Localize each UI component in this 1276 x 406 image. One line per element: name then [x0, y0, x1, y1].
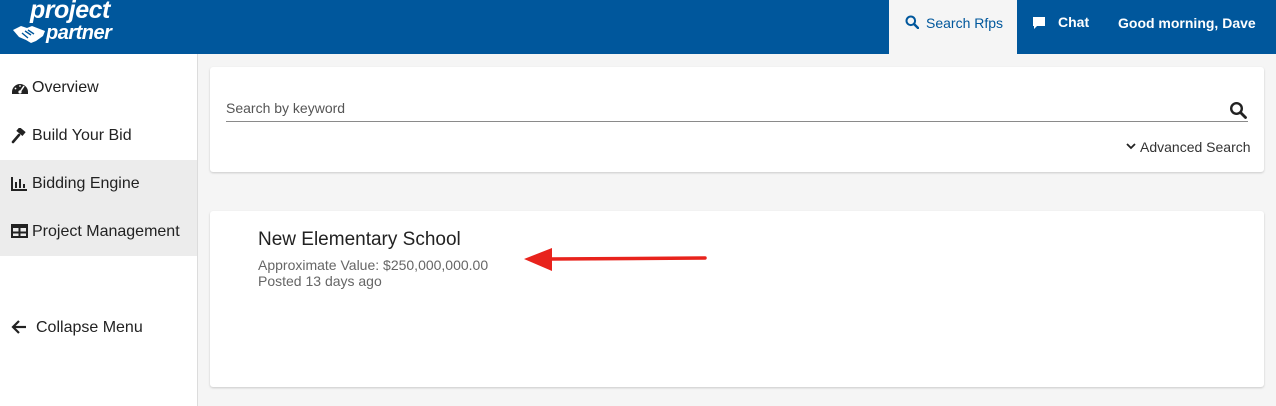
- rfp-approximate-value: Approximate Value: $250,000,000.00: [258, 257, 489, 273]
- rfp-title[interactable]: New Elementary School: [258, 229, 461, 251]
- sidebar-item-label: Collapse Menu: [36, 319, 143, 336]
- sidebar-item-label: Project Management: [32, 223, 180, 240]
- annotation-arrow-icon: [524, 248, 707, 271]
- tab-search-rfps[interactable]: Search Rfps: [889, 0, 1017, 54]
- chat-bubble-icon: [1033, 17, 1045, 29]
- search-icon[interactable]: [1229, 101, 1247, 119]
- collapse-menu-button[interactable]: Collapse Menu: [0, 304, 197, 352]
- sidebar-item-bidding-engine[interactable]: Bidding Engine: [0, 160, 197, 208]
- rfp-posted-date: Posted 13 days ago: [258, 273, 382, 289]
- sidebar-item-label: Bidding Engine: [32, 175, 140, 192]
- search-icon: [905, 15, 919, 29]
- search-panel: Advanced Search: [210, 67, 1264, 172]
- logo-word-partner: partner: [46, 22, 112, 44]
- sidebar-item-label: Overview: [32, 79, 99, 96]
- search-input[interactable]: [226, 95, 1248, 122]
- chevron-down-icon: [1126, 143, 1136, 150]
- handshake-icon: [13, 26, 45, 43]
- sidebar-item-project-management[interactable]: Project Management: [0, 208, 197, 256]
- project-partner-logo[interactable]: project partner: [12, 0, 152, 54]
- user-greeting-menu[interactable]: Good morning, Dave: [1118, 15, 1256, 31]
- sidebar-item-label: Build Your Bid: [32, 127, 132, 144]
- table-icon: [11, 224, 28, 238]
- advanced-search-label: Advanced Search: [1140, 139, 1251, 155]
- gavel-icon: [11, 128, 26, 144]
- dashboard-icon: [12, 84, 28, 94]
- sidebar-item-overview[interactable]: Overview: [0, 64, 197, 112]
- bar-chart-icon: [11, 177, 27, 191]
- top-nav-bar: project partner Search Rfps Chat Good mo…: [0, 0, 1276, 54]
- arrow-left-icon: [11, 320, 26, 334]
- chat-label: Chat: [1058, 14, 1090, 30]
- sidebar: Overview Build Your Bid Bidding Engine P…: [0, 54, 198, 406]
- sidebar-item-build-your-bid[interactable]: Build Your Bid: [0, 112, 197, 160]
- rfp-result-card[interactable]: New Elementary School Approximate Value:…: [210, 211, 1264, 387]
- tab-search-rfps-label: Search Rfps: [926, 15, 1004, 31]
